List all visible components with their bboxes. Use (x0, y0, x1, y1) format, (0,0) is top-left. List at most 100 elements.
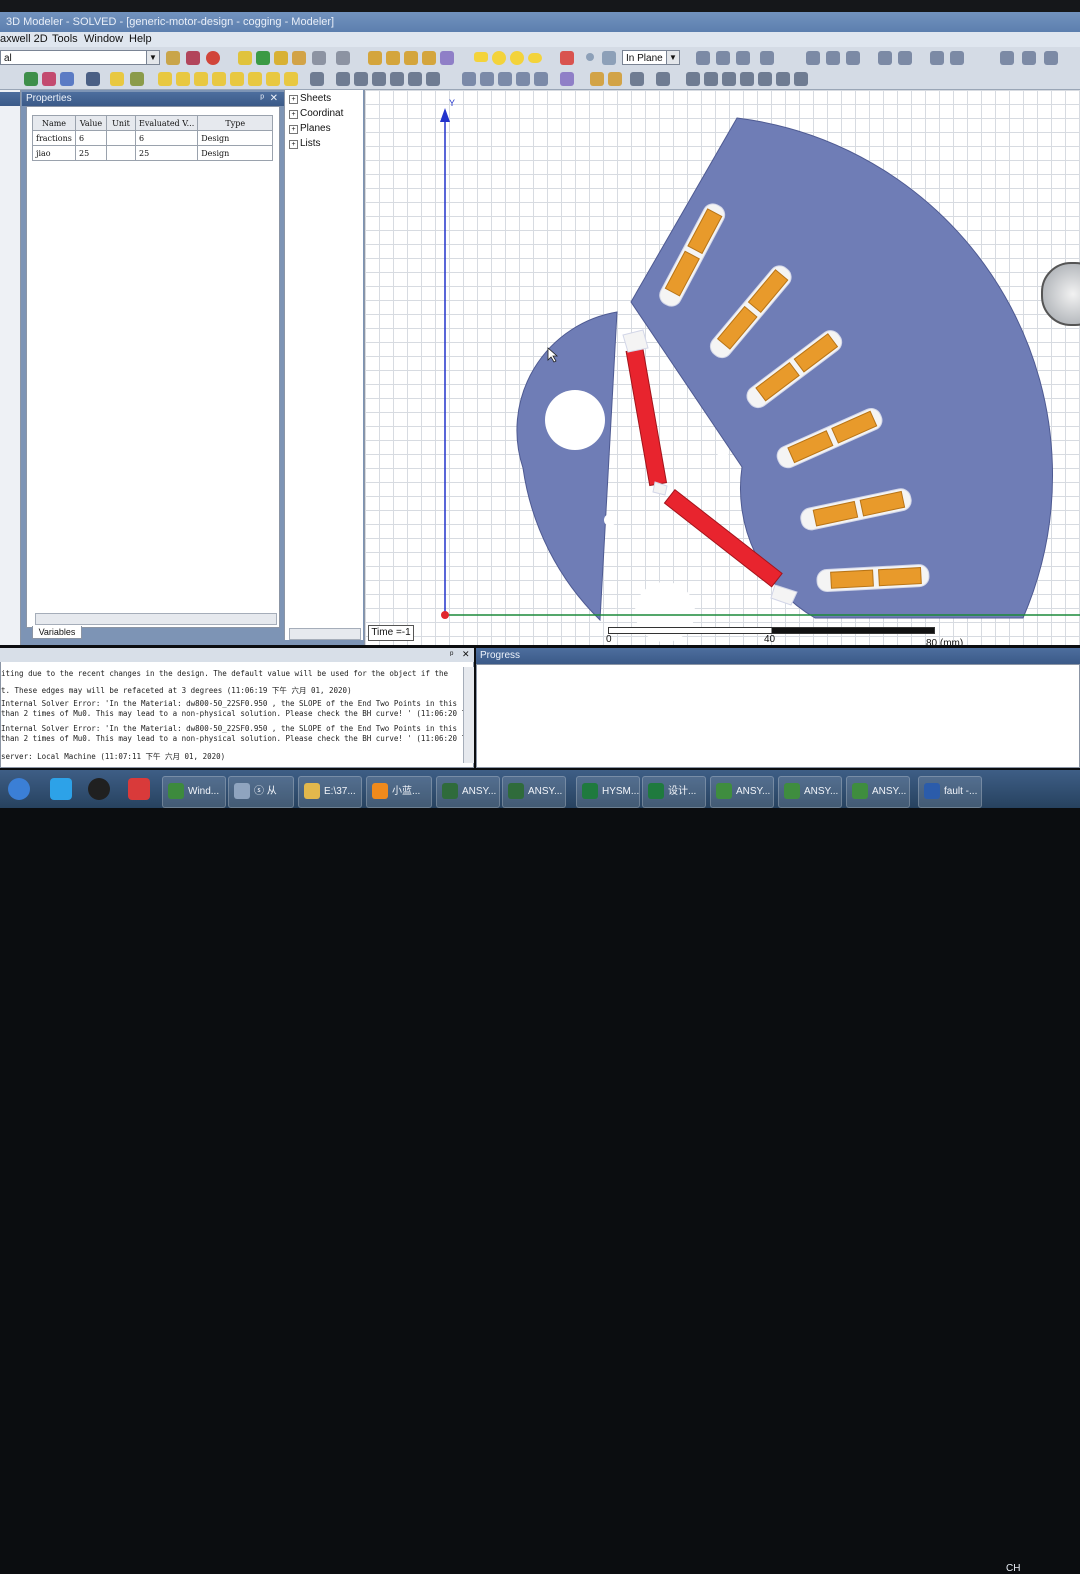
taskbar-item[interactable]: ANSY... (502, 776, 566, 808)
expand-icon[interactable]: + (289, 140, 298, 149)
view-left-icon[interactable] (408, 72, 422, 86)
subtract-icon[interactable] (826, 51, 840, 65)
zoom-in-icon[interactable] (534, 72, 548, 86)
coil[interactable] (830, 569, 874, 589)
rotate-view-icon[interactable] (480, 72, 494, 86)
plot-icon[interactable] (194, 72, 208, 86)
plane-icon[interactable] (602, 51, 616, 65)
properties-icon[interactable] (166, 51, 180, 65)
rectangle-icon[interactable] (474, 52, 488, 62)
menu-item-tools[interactable]: Tools (52, 33, 78, 45)
table-row[interactable]: jiao 25 25 Design (32, 145, 274, 161)
cell-value[interactable]: 25 (75, 145, 107, 161)
zoom-icon[interactable] (312, 51, 326, 65)
shaded-icon[interactable] (776, 72, 790, 86)
wireframe-icon[interactable] (758, 72, 772, 86)
ellipse-icon[interactable] (528, 53, 542, 63)
coil[interactable] (878, 567, 922, 587)
view-top-icon[interactable] (372, 72, 386, 86)
coordinate-system-icon[interactable] (560, 51, 574, 65)
results-icon[interactable] (292, 51, 306, 65)
taskbar-item[interactable]: ANSY... (778, 776, 842, 808)
circle-icon[interactable] (492, 51, 506, 65)
report-icon[interactable] (176, 72, 190, 86)
fit-all-icon[interactable] (590, 72, 604, 86)
expand-icon[interactable]: + (289, 110, 298, 119)
zoom-window-icon[interactable] (516, 72, 530, 86)
select-object-icon[interactable] (560, 72, 574, 86)
pan-icon[interactable] (462, 72, 476, 86)
spin-icon[interactable] (498, 72, 512, 86)
record-icon[interactable] (186, 51, 200, 65)
vertical-scrollbar[interactable] (463, 667, 474, 763)
taskbar-item[interactable]: E:\37... (298, 776, 362, 808)
taskbar-item[interactable]: fault -... (918, 776, 982, 808)
cell-unit[interactable] (106, 130, 136, 146)
measure-icon[interactable] (794, 72, 808, 86)
snap-grid-icon[interactable] (696, 51, 710, 65)
fit-selection-icon[interactable] (608, 72, 622, 86)
rotor-lamination[interactable] (516, 311, 618, 622)
hide-icon[interactable] (722, 72, 736, 86)
menu-item-window[interactable]: Window (84, 33, 123, 45)
view-right-icon[interactable] (426, 72, 440, 86)
snap-vertex-icon[interactable] (716, 51, 730, 65)
intersect-icon[interactable] (846, 51, 860, 65)
separate-icon[interactable] (898, 51, 912, 65)
polyline-icon[interactable] (440, 51, 454, 65)
align-icon[interactable] (1000, 51, 1014, 65)
axis-icon[interactable] (686, 72, 700, 86)
unite-icon[interactable] (806, 51, 820, 65)
menu-item-help[interactable]: Help (129, 33, 152, 45)
close-icon[interactable]: ✕ (270, 92, 278, 106)
taskbar-item[interactable]: ⓢ 从 (228, 776, 294, 808)
cell-name[interactable]: fractions (32, 130, 76, 146)
grid-icon[interactable] (704, 72, 718, 86)
split-icon[interactable] (878, 51, 892, 65)
taskbar-item[interactable]: HYSM... (576, 776, 640, 808)
stator-lamination[interactable] (630, 117, 1053, 619)
animation-icon[interactable] (212, 72, 226, 86)
modeler-viewport[interactable]: Y (364, 90, 1080, 645)
taskbar-item[interactable]: ANSY... (710, 776, 774, 808)
render-icon[interactable] (656, 72, 670, 86)
validate-icon[interactable] (238, 51, 252, 65)
imprint-icon[interactable] (930, 51, 944, 65)
menu-item-maxwell2d[interactable]: axwell 2D (0, 33, 48, 45)
tree-item-coordinate-systems[interactable]: + Coordinat (289, 108, 343, 119)
sweep-setup-icon[interactable] (130, 72, 144, 86)
taskbar-item[interactable]: Wind... (162, 776, 226, 808)
export-icon[interactable] (230, 72, 244, 86)
taskbar-item[interactable]: ANSY... (846, 776, 910, 808)
undo-view-icon[interactable] (630, 72, 644, 86)
taskbar-item[interactable]: ANSY... (436, 776, 500, 808)
object-combo[interactable]: al ▼ (0, 50, 160, 65)
excitation-icon[interactable] (42, 72, 56, 86)
magnet[interactable] (625, 348, 668, 487)
snap-face-icon[interactable] (760, 51, 774, 65)
analyze-icon[interactable] (274, 51, 288, 65)
start-icon[interactable] (8, 778, 30, 800)
orient-icon[interactable] (310, 72, 324, 86)
parameter-icon[interactable] (60, 72, 74, 86)
input-method-indicator[interactable]: CH (1006, 1563, 1020, 1574)
view-front-icon[interactable] (336, 72, 350, 86)
rotate-icon[interactable] (1044, 51, 1058, 65)
mesh-icon[interactable] (86, 72, 100, 86)
boundary-icon[interactable] (24, 72, 38, 86)
app-icon[interactable] (50, 778, 72, 800)
taskbar-item[interactable]: 设计... (642, 776, 706, 808)
view-iso-icon[interactable] (390, 72, 404, 86)
cell-name[interactable]: jiao (32, 145, 76, 161)
table-row[interactable]: fractions 6 6 Design (32, 130, 274, 146)
tree-item-planes[interactable]: + Planes (289, 123, 331, 134)
mirror-icon[interactable] (1022, 51, 1036, 65)
sweep-icon[interactable] (950, 51, 964, 65)
check-icon[interactable] (256, 51, 270, 65)
tree-item-lists[interactable]: + Lists (289, 138, 321, 149)
expand-icon[interactable]: + (289, 125, 298, 134)
plane-combo[interactable]: In Plane ▼ (622, 50, 680, 65)
snap-edge-icon[interactable] (736, 51, 750, 65)
horizontal-scrollbar[interactable] (35, 613, 277, 625)
setup-icon[interactable] (110, 72, 124, 86)
